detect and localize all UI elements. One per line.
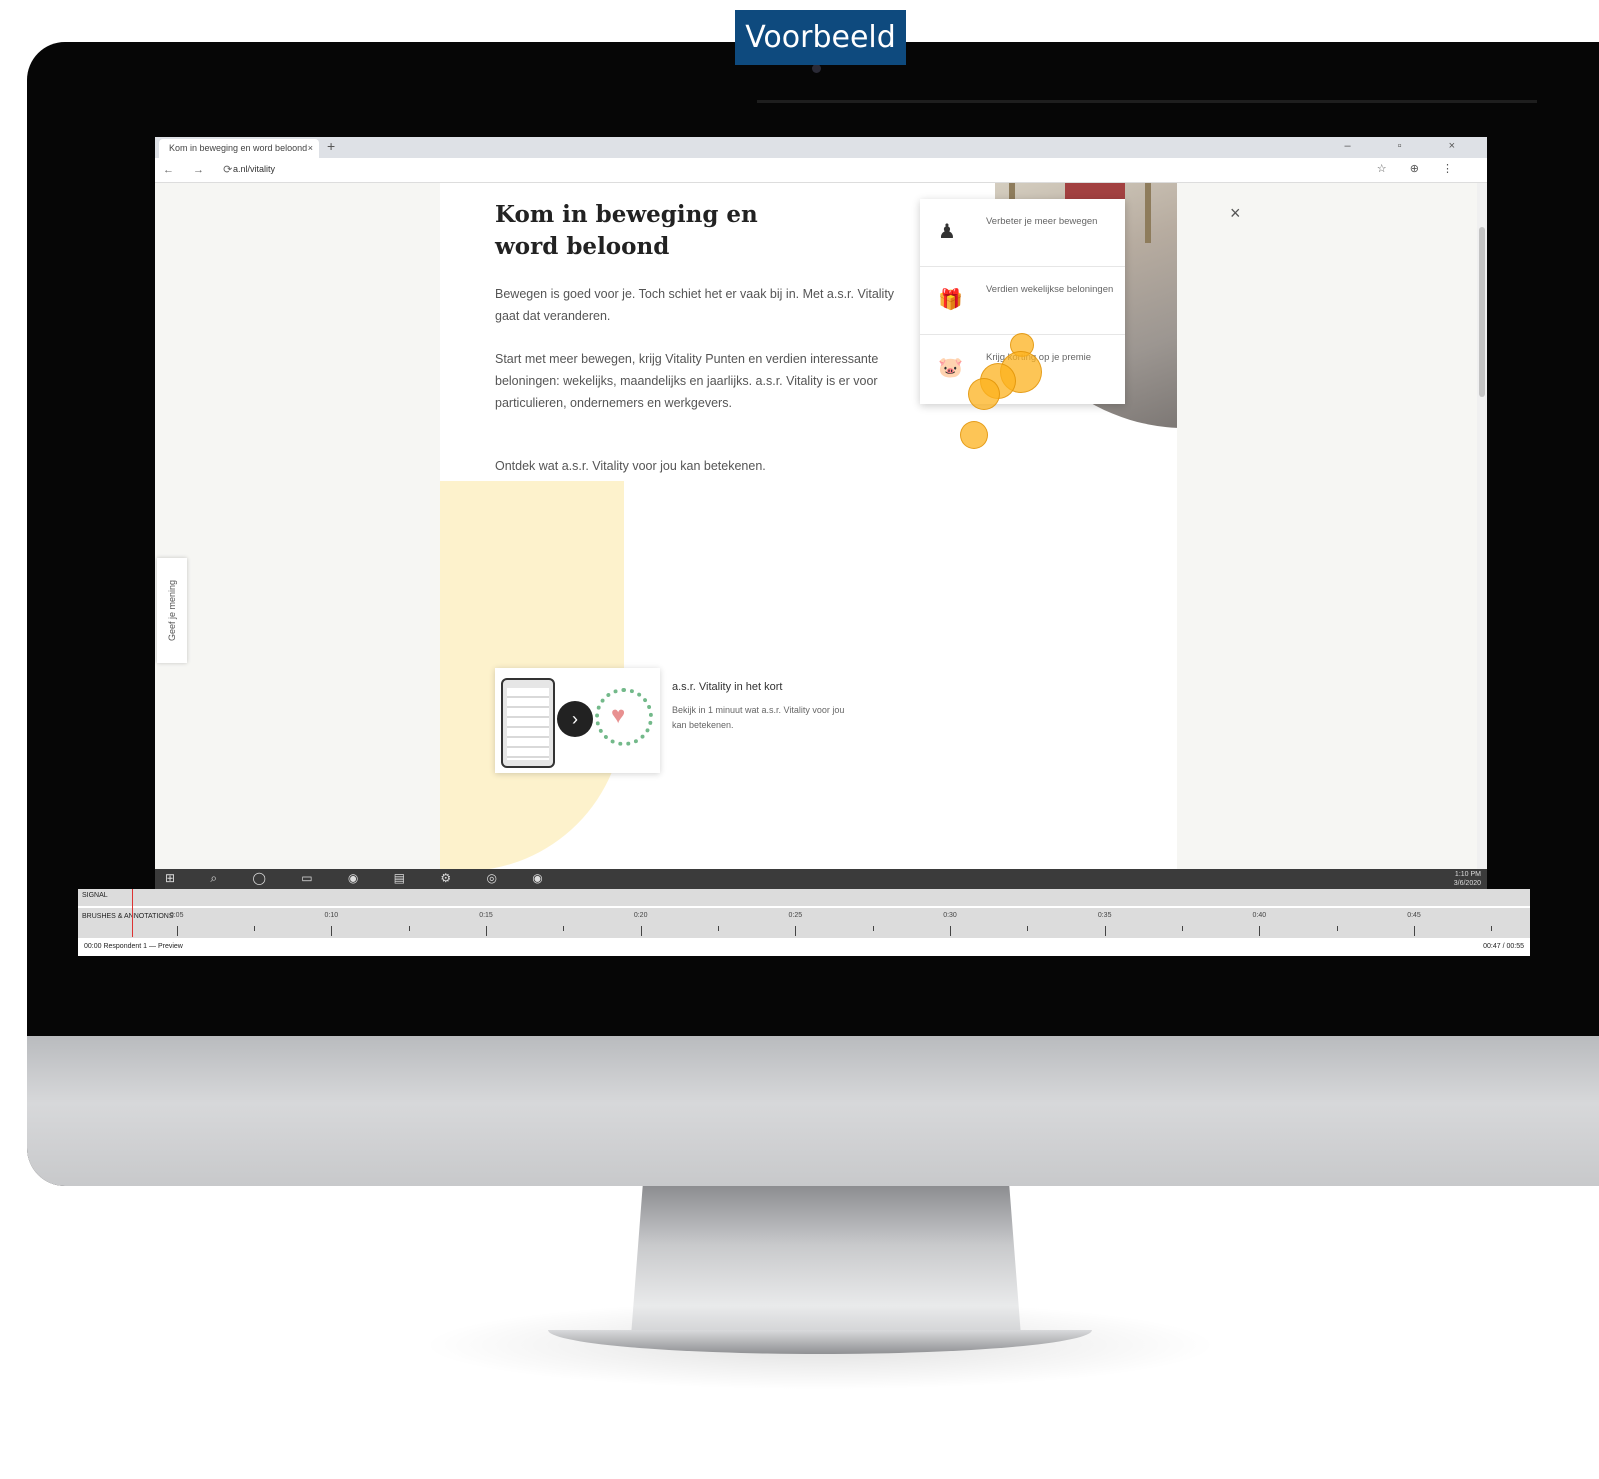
video-card[interactable]: › ♥ (495, 668, 660, 773)
timeline-tick (872, 926, 874, 931)
taskbar-icons[interactable]: ⊞ ⌕ ◯ ▭ ◉ ▤ ⚙ ◎ ◉ (165, 871, 559, 886)
browser-tabbar: Kom in beweging en word beloond × + – ▫ … (155, 137, 1487, 158)
benefit-item[interactable]: 🎁 Verdien wekelijkse beloningen (920, 267, 1125, 335)
timeline-tick (408, 926, 410, 931)
recording-timeline: SIGNAL BRUSHES & ANNOTATIONS 0:05 0:10 0:1… (78, 889, 1530, 956)
discover-paragraph: Ontdek wat a.s.r. Vitality voor jou kan … (495, 459, 766, 473)
play-icon[interactable]: › (557, 701, 593, 737)
timeline-tick-label: 0:25 (788, 912, 803, 919)
intro-paragraph: Bewegen is goed voor je. Toch schiet het… (495, 287, 895, 323)
timeline-tick-label: 0:15 (479, 912, 493, 919)
timeline-footer: 00:00 Respondent 1 — Preview 00:47 / 00:… (78, 938, 1530, 956)
new-tab-button[interactable]: + (327, 138, 335, 154)
timeline-tick-label: 0:20 (633, 912, 648, 919)
heatmap-point (960, 421, 988, 449)
browser-toolbar-icons[interactable]: ☆ ⊕ ⋮ (1377, 162, 1463, 175)
heart-icon: ♥ (611, 702, 626, 729)
piggy-bank-icon: 🐷 (938, 357, 963, 379)
gift-icon: 🎁 (938, 289, 963, 311)
annotations-label: BRUSHES & ANNOTATIONS (82, 913, 174, 920)
phone-illustration (501, 678, 555, 768)
url-field[interactable]: a.nl/vitality (233, 164, 275, 174)
scrollbar[interactable] (1477, 183, 1487, 869)
clock-date: 3/6/2020 (1453, 880, 1481, 887)
content-panel: Kom in beweging en word beloond Bewegen … (440, 183, 1177, 869)
benefit-item[interactable]: ♟ Verbeter je meer bewegen (920, 199, 1125, 267)
timeline-tick-label: 0:30 (943, 912, 957, 919)
nav-buttons[interactable]: ← → ⟳ (163, 163, 240, 176)
timeline-tick (254, 926, 255, 931)
tab-close-icon[interactable]: × (308, 139, 313, 158)
timeline-tick-label: 0:05 (169, 912, 184, 919)
heart-ring-illustration: ♥ (595, 688, 653, 746)
recording-info: 00:00 Respondent 1 — Preview (84, 943, 183, 950)
timeline-tick (486, 926, 487, 936)
taskbar: ⊞ ⌕ ◯ ▭ ◉ ▤ ⚙ ◎ ◉ 1:10 PM 3/6/2020 (155, 869, 1487, 889)
body-paragraph: Start met meer bewegen, krijg Vitality P… (495, 352, 879, 410)
playhead[interactable] (132, 889, 133, 937)
benefit-text: Verbeter je meer bewegen (986, 216, 1098, 227)
timeline-tick (1182, 926, 1183, 931)
track-divider (78, 906, 1530, 908)
timeline-tick (795, 926, 797, 936)
scrollbar-thumb[interactable] (1479, 227, 1485, 397)
feedback-tab[interactable]: Geef je mening (157, 558, 187, 663)
timeline-tick (1491, 926, 1493, 931)
video-title[interactable]: a.s.r. Vitality in het kort (672, 681, 782, 693)
taskbar-clock: 1:10 PM 3/6/2020 (1454, 870, 1481, 888)
timeline-tick-label: 0:35 (1097, 912, 1112, 919)
timeline-tick (950, 926, 951, 936)
tab-title: Kom in beweging en word beloond (169, 143, 308, 153)
close-icon[interactable]: × (1230, 203, 1241, 224)
camera-icon (812, 64, 821, 73)
timeline-ruler[interactable]: 0:05 0:10 0:15 0:20 0:25 0:30 0:35 0:40 0:45 (138, 912, 1530, 938)
heatmap-point (968, 378, 1000, 410)
window-controls[interactable]: – ▫ × (1344, 140, 1477, 152)
track-label: SIGNAL (82, 892, 108, 899)
timeline-tick (1414, 926, 1415, 936)
timeline-tick (1259, 926, 1261, 936)
recording-duration: 00:47 / 00:55 (1483, 943, 1524, 950)
video-description: Bekijk in 1 minuut wat a.s.r. Vitality v… (672, 705, 845, 730)
timeline-tick (1336, 926, 1338, 931)
timeline-tick-label: 0:40 (1252, 912, 1267, 919)
browser-tab[interactable]: Kom in beweging en word beloond × (159, 139, 319, 158)
monitor-stand (631, 1186, 1021, 1336)
timeline-tick-label: 0:10 (324, 912, 339, 919)
benefit-text: Verdien wekelijkse beloningen (986, 284, 1114, 295)
photo-detail (1145, 183, 1151, 243)
timeline-tick-label: 0:45 (1407, 912, 1421, 919)
timeline-tick (176, 926, 178, 936)
timeline-tick (563, 926, 565, 931)
page-title: Kom in beweging en word beloond (495, 201, 758, 260)
page-content: Geef je mening Kom in beweging en word b… (155, 183, 1487, 869)
timeline-tick (1027, 926, 1029, 931)
clock-time: 1:10 PM (1454, 871, 1481, 878)
screen: Kom in beweging en word beloond × + – ▫ … (155, 137, 1487, 889)
preview-badge: Voorbeeld (735, 10, 906, 65)
address-bar: ← → ⟳ a.nl/vitality ☆ ⊕ ⋮ (155, 158, 1487, 183)
monitor-chin (27, 1036, 1599, 1186)
timeline-tick (718, 926, 719, 931)
bezel-reflection (757, 100, 1537, 103)
timeline-tick (1104, 926, 1106, 936)
timeline-tick (640, 926, 642, 936)
walking-person-icon: ♟ (938, 221, 956, 243)
timeline-tick (331, 926, 333, 936)
